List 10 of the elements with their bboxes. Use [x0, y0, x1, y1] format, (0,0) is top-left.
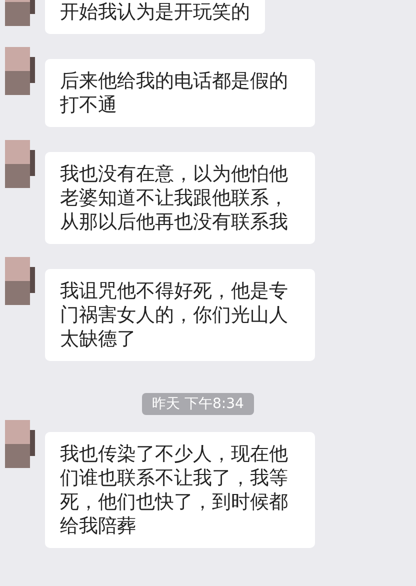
avatar: [5, 257, 35, 305]
message-bubble: 开始我认为是开玩笑的: [45, 0, 265, 34]
message-bubble: 我也传染了不少人，现在他们谁也联系不让我了，我等死，他们也快了，到时候都给我陪葬: [45, 432, 315, 548]
avatar: [5, 47, 35, 95]
message-bubble: 我也没有在意，以为他怕他老婆知道不让我跟他联系，从那以后他再也没有联系我: [45, 152, 315, 244]
avatar: [5, 140, 35, 188]
message-bubble: 我诅咒他不得好死，他是专门祸害女人的，你们光山人太缺德了: [45, 269, 315, 361]
avatar: [5, 420, 35, 468]
timestamp: 昨天 下午8:34: [142, 393, 254, 415]
message-bubble: 后来他给我的电话都是假的打不通: [45, 59, 315, 127]
